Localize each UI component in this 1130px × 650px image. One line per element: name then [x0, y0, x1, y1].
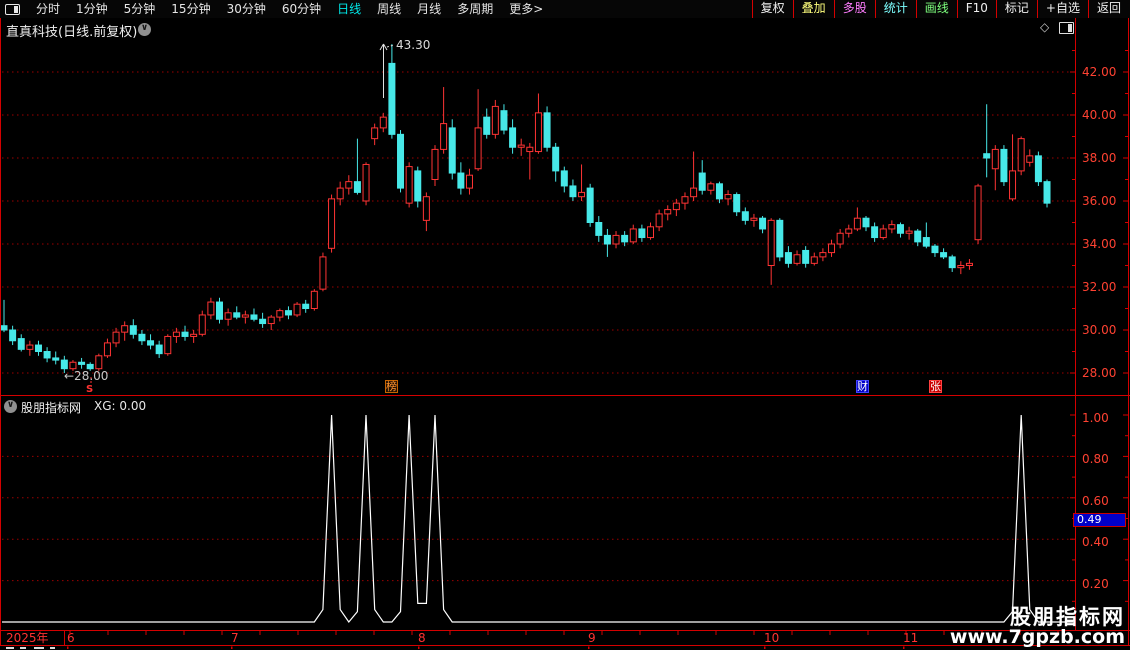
- menu-mark[interactable]: 标记: [995, 0, 1037, 18]
- diamond-icon[interactable]: ◇: [1040, 20, 1049, 34]
- price-tick-label: 42.00: [1082, 65, 1117, 79]
- tab-multi-period[interactable]: 多周期: [449, 0, 501, 18]
- indicator-value-label: XG: 0.00: [94, 399, 147, 413]
- toolbar: 分时 1分钟 5分钟 15分钟 30分钟 60分钟 日线 周线 月线 多周期 更多> 复权 叠加 多股统…: [0, 0, 1130, 18]
- menu-back[interactable]: 返回: [1087, 0, 1129, 18]
- watermark-site-name: 股朋指标网: [1010, 605, 1125, 630]
- tab-monthly[interactable]: 月线: [409, 0, 449, 18]
- high-price-annotation: 43.30: [396, 38, 431, 52]
- month-label: 8: [418, 631, 426, 645]
- tab-30min[interactable]: 30分钟: [219, 0, 274, 18]
- indicator-tick-label: 0.80: [1082, 452, 1109, 467]
- app-window: 分时 1分钟 5分钟 15分钟 30分钟 60分钟 日线 周线 月线 多周期 更多> 复权 叠加 多股统…: [0, 0, 1130, 650]
- month-label: 6: [67, 631, 75, 645]
- split-window-icon[interactable]: [1059, 22, 1074, 34]
- tab-intraday[interactable]: 分时: [28, 0, 68, 18]
- sell-event-marker: S: [86, 384, 94, 395]
- year-label: 2025年: [6, 631, 49, 645]
- month-label: 7: [231, 631, 239, 645]
- indicator-tick-label: 0.60: [1082, 493, 1109, 508]
- watermark-url: www.7gpzb.com: [949, 626, 1125, 649]
- month-label: 10: [764, 631, 780, 645]
- price-tick-label: 38.00: [1082, 151, 1117, 165]
- chart-title: 直真科技(日线.前复权): [6, 25, 138, 40]
- watermark: 股朋指标网 www.7gpzb.com: [950, 606, 1125, 648]
- period-tabs: 分时 1分钟 5分钟 15分钟 30分钟 60分钟 日线 周线 月线 多周期 更多>: [28, 0, 551, 18]
- menu-multi-stock[interactable]: 多股: [833, 0, 875, 18]
- price-tick-label: 34.00: [1082, 237, 1117, 251]
- menu-f10[interactable]: F10: [956, 0, 996, 18]
- tab-weekly[interactable]: 周线: [369, 0, 409, 18]
- indicator-name: 股朋指标网: [21, 401, 82, 415]
- price-tick-label: 32.00: [1082, 280, 1117, 294]
- low-price-annotation: ←28.00: [64, 369, 109, 383]
- price-tick-label: 40.00: [1082, 108, 1117, 122]
- price-tick-label: 28.00: [1082, 366, 1117, 380]
- menu-adjust-rights[interactable]: 复权: [751, 0, 793, 18]
- price-tick-label: 36.00: [1082, 194, 1117, 208]
- tab-15min[interactable]: 15分钟: [163, 0, 218, 18]
- price-tick-label: 30.00: [1082, 323, 1117, 337]
- month-label: 11: [903, 631, 919, 645]
- indicator-tick-label: 1.00: [1082, 411, 1109, 425]
- menu-statistics[interactable]: 统计: [874, 0, 916, 18]
- tab-more[interactable]: 更多>: [501, 0, 551, 18]
- indicator-chevron-icon[interactable]: ∨: [4, 400, 17, 413]
- indicator-tick-label: 0.20: [1082, 576, 1109, 591]
- chevron-down-icon[interactable]: ∨: [138, 23, 151, 36]
- event-marker[interactable]: 财: [856, 380, 869, 393]
- toolbar-menu: 复权 叠加 多股 统计 画线 F10 标记 +自选 返回: [751, 0, 1129, 18]
- window-layout-icon[interactable]: [0, 0, 24, 18]
- tab-60min[interactable]: 60分钟: [274, 0, 329, 18]
- event-marker[interactable]: 榜: [385, 380, 398, 393]
- menu-draw-line[interactable]: 画线: [915, 0, 957, 18]
- month-label: 9: [588, 631, 596, 645]
- tab-5min[interactable]: 5分钟: [116, 0, 164, 18]
- tab-1min[interactable]: 1分钟: [68, 0, 116, 18]
- tab-daily[interactable]: 日线: [329, 0, 369, 18]
- menu-add-watchlist[interactable]: +自选: [1036, 0, 1088, 18]
- menu-overlay[interactable]: 叠加: [792, 0, 834, 18]
- main-chart-canvas[interactable]: [2, 40, 1073, 394]
- indicator-tick-label: 0.40: [1082, 535, 1109, 550]
- indicator-value-marker: 0.49: [1073, 512, 1126, 527]
- event-marker[interactable]: 张: [929, 380, 942, 393]
- indicator-canvas[interactable]: [2, 397, 1073, 629]
